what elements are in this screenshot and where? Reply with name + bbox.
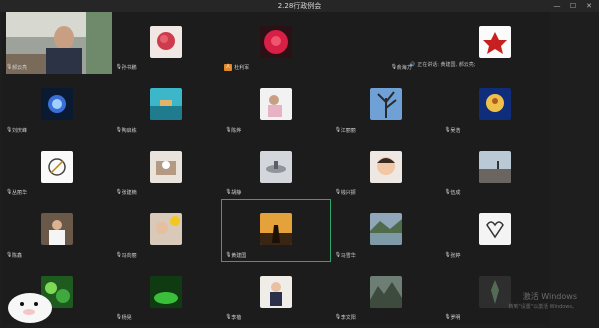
participant-tile[interactable]: 🎙 孙书鹏 xyxy=(111,12,222,75)
mic-icon: 🎙 xyxy=(444,313,451,320)
participant-tile[interactable]: 🎙 杨晃 xyxy=(111,261,222,324)
speaking-indicator: 🔊 正在讲话: 黄建国, 郝云亮; xyxy=(409,61,476,69)
mic-icon: 🎙 xyxy=(6,64,13,71)
mic-icon: 🎙 xyxy=(225,313,232,320)
close-icon[interactable]: ✕ xyxy=(583,0,595,12)
avatar xyxy=(479,213,512,246)
mic-icon: 🎙 xyxy=(225,189,232,196)
mic-icon: 🎙 xyxy=(115,64,122,71)
avatar xyxy=(369,275,402,308)
participant-label: 🎙 杨晃 xyxy=(115,313,132,321)
participant-label: 🎙 张婷 xyxy=(444,251,461,259)
participant-tile[interactable]: 🎙 钱兴振 xyxy=(330,136,441,200)
avatar xyxy=(150,88,183,121)
participant-tile[interactable]: 🎙 吴浩 xyxy=(440,74,550,137)
participant-tile[interactable]: 🎙 陈烨 xyxy=(221,74,331,137)
mic-icon: 🎙 xyxy=(6,126,13,133)
participant-label: 🎙 陈鑫 xyxy=(6,251,23,259)
participant-tile[interactable]: 🎙 张建楠 xyxy=(111,136,222,200)
mic-icon: 🎙 xyxy=(115,126,122,133)
participant-grid: 🎙 郝云亮 🎙 孙书鹏 人杜利军 🎙 俞海力 🎙 刘庆峰 🎙 陶启栋 🎙 陈烨 🎙 江丽丽 🎙… xyxy=(2,12,592,324)
participant-tile[interactable]: 🎙 李蓓 xyxy=(221,261,331,324)
participant-tile[interactable]: 🎙 李文阳 xyxy=(330,261,441,324)
participant-label: 🎙 马雪华 xyxy=(334,251,356,259)
mic-icon: 🎙 xyxy=(390,64,398,71)
participant-label: 🎙 罗明 xyxy=(444,313,461,321)
participant-label: 🎙 伍成 xyxy=(444,189,461,197)
user-icon: 人 xyxy=(224,64,233,72)
mic-icon: 🎙 xyxy=(115,189,122,196)
mic-icon: 🎙 xyxy=(444,251,451,258)
avatar xyxy=(479,275,512,308)
participant-tile[interactable]: 🎙 丛丽华 xyxy=(2,136,112,200)
speaker-icon: 🔊 xyxy=(409,61,416,68)
participant-label: 🎙 张建楠 xyxy=(115,189,137,197)
participant-tile[interactable]: 🎙 江丽丽 xyxy=(330,74,441,137)
avatar xyxy=(40,88,73,121)
participant-label: 🎙 陈烨 xyxy=(225,126,242,134)
participant-label: 🎙 刘庆峰 xyxy=(6,126,28,134)
avatar xyxy=(479,25,512,58)
avatar xyxy=(150,275,183,308)
participant-label: 🎙 胡静 xyxy=(225,189,242,197)
participant-label: 🎙 丛丽华 xyxy=(6,189,28,197)
participant-tile[interactable]: 🎙 刘庆峰 xyxy=(2,74,112,137)
avatar xyxy=(150,213,183,246)
mic-icon: 🎙 xyxy=(6,251,13,258)
avatar xyxy=(259,213,292,246)
participant-label: 🎙 李蓓 xyxy=(225,313,242,321)
participant-tile[interactable]: 🎙 马雪华 xyxy=(330,199,441,262)
mic-icon: 🎙 xyxy=(444,126,451,133)
mic-icon: 🎙 xyxy=(6,189,13,196)
participant-label: 🎙 冯向丽 xyxy=(115,251,137,259)
avatar xyxy=(369,88,402,121)
avatar xyxy=(479,150,512,183)
participant-label: 🎙 钱兴振 xyxy=(334,189,356,197)
participant-label: 🎙 李文阳 xyxy=(334,313,356,321)
windows-activation-watermark: 激活 Windows xyxy=(522,292,577,301)
participant-label: 🎙 孙书鹏 xyxy=(115,64,137,72)
sticker-mascot xyxy=(0,278,62,324)
participant-tile[interactable]: 🎙 陈鑫 xyxy=(2,199,112,262)
avatar xyxy=(40,213,73,246)
participant-tile[interactable]: 🎙 冯向丽 xyxy=(111,199,222,262)
participant-label: 人杜利军 xyxy=(224,64,250,72)
avatar xyxy=(259,88,292,121)
mic-icon: 🎙 xyxy=(444,189,451,196)
participant-tile-active[interactable]: 🎙 黄建国 xyxy=(221,199,331,262)
avatar xyxy=(369,213,402,246)
maximize-icon[interactable]: ☐ xyxy=(567,0,579,12)
participant-label: 🎙 吴浩 xyxy=(444,126,461,134)
mic-icon: 🎙 xyxy=(334,251,342,258)
mic-icon: 🎙 xyxy=(115,251,122,258)
participant-label: 🎙 郝云亮 xyxy=(6,64,28,72)
mic-icon: 🎙 xyxy=(115,313,122,320)
avatar xyxy=(150,25,183,58)
participant-tile[interactable]: 🎙 胡静 xyxy=(221,136,331,200)
avatar xyxy=(369,150,402,183)
meeting-title: 2.28行政例会 xyxy=(277,2,322,10)
avatar xyxy=(259,275,292,308)
participant-tile[interactable]: 🎙 郝云亮 xyxy=(2,12,117,75)
mic-icon: 🎙 xyxy=(334,313,342,320)
windows-activation-hint: 转到"设置"以激活 Windows。 xyxy=(508,304,577,310)
avatar xyxy=(150,150,183,183)
participant-tile[interactable]: 🎙 陶启栋 xyxy=(111,74,222,137)
avatar xyxy=(479,88,512,121)
mic-icon: 🎙 xyxy=(334,189,342,196)
participant-label: 🎙 江丽丽 xyxy=(334,126,356,134)
participant-tile[interactable]: 🎙 伍成 xyxy=(440,136,550,200)
avatar xyxy=(259,25,292,58)
minimize-icon[interactable]: — xyxy=(551,0,563,12)
title-bar: 2.28行政例会 — ☐ ✕ xyxy=(0,0,599,12)
avatar xyxy=(259,150,292,183)
mic-icon: 🎙 xyxy=(225,251,232,258)
mic-icon: 🎙 xyxy=(334,126,342,133)
participant-tile[interactable]: 🎙 张婷 xyxy=(440,199,550,262)
avatar xyxy=(40,150,73,183)
participant-tile[interactable]: 人杜利军 xyxy=(221,12,331,75)
mic-icon: 🎙 xyxy=(225,126,232,133)
participant-label: 🎙 陶启栋 xyxy=(115,126,137,134)
participant-label: 🎙 黄建国 xyxy=(225,251,247,259)
